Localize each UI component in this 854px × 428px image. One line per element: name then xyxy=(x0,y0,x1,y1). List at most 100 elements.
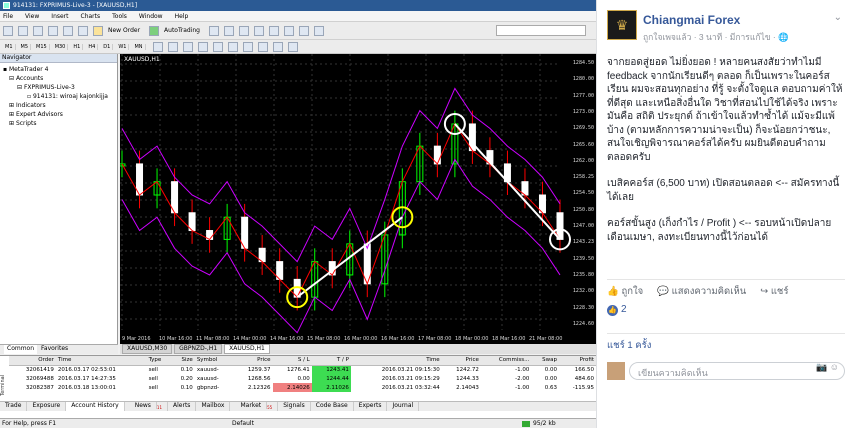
label-tool-icon[interactable] xyxy=(272,41,283,52)
crosshair-icon[interactable] xyxy=(167,41,178,52)
tab-experts[interactable]: Experts xyxy=(354,402,388,411)
camera-icon[interactable]: 📷 ☺ xyxy=(816,362,839,373)
tab-common[interactable]: Common xyxy=(4,345,38,354)
column-header[interactable]: Commiss... xyxy=(480,356,532,366)
tab-favorites[interactable]: Favorites xyxy=(41,345,68,354)
tab-account-history[interactable]: Account History xyxy=(66,402,125,411)
channel-icon[interactable] xyxy=(227,41,238,52)
x-tick-label: 15 Mar 08:00 xyxy=(307,336,341,342)
column-header[interactable]: Profit xyxy=(558,356,596,366)
tab-trade[interactable]: Trade xyxy=(0,402,28,411)
trendline-icon[interactable] xyxy=(212,41,223,52)
column-header[interactable]: Time xyxy=(350,356,442,366)
navigator-icon[interactable] xyxy=(63,25,73,36)
tab-news[interactable]: News 11 xyxy=(125,402,169,411)
timeframe-mn[interactable]: MN xyxy=(132,43,146,50)
menu-insert[interactable]: Insert xyxy=(51,13,68,20)
nav-item-experts[interactable]: ⊞ Expert Advisors xyxy=(3,110,114,119)
menu-charts[interactable]: Charts xyxy=(81,13,101,20)
table-cell: 0.00 xyxy=(297,375,310,382)
nav-item-scripts[interactable]: ⊞ Scripts xyxy=(3,119,114,128)
periods-icon[interactable] xyxy=(299,25,309,36)
nav-item-server[interactable]: ⊟ FXPRIMUS-Live-3 xyxy=(3,83,114,92)
chevron-down-icon[interactable]: ⌄ xyxy=(834,12,842,23)
share-icon: ↪ xyxy=(760,286,771,297)
share-button[interactable]: ↪ แชร์ xyxy=(760,284,788,299)
fibonacci-icon[interactable] xyxy=(242,41,253,52)
column-header[interactable]: Swap xyxy=(531,356,559,366)
comment-button[interactable]: 💬 แสดงความคิดเห็น xyxy=(657,284,746,299)
column-header[interactable]: Size xyxy=(171,356,195,366)
tab-signals[interactable]: Signals xyxy=(278,402,311,411)
horizontal-line-icon[interactable] xyxy=(197,41,208,52)
cursor-icon[interactable] xyxy=(152,41,163,52)
menu-file[interactable]: File xyxy=(3,13,13,20)
table-row[interactable]: 32069488 2016.03.17 14:27:35 sell 0.20 xauus… xyxy=(9,374,596,383)
timeframe-m15[interactable]: M15 xyxy=(34,43,50,50)
nav-item-account[interactable]: ▫ 914131: wiroaj kajonkijja xyxy=(3,92,114,101)
line-chart-icon[interactable] xyxy=(239,25,249,36)
news-count-badge: 11 xyxy=(156,405,163,411)
timeframe-h4[interactable]: H4 xyxy=(86,43,99,50)
templates-icon[interactable] xyxy=(314,25,324,36)
zoom-in-icon[interactable] xyxy=(254,25,264,36)
column-header[interactable]: Time xyxy=(55,356,147,366)
market-watch-icon[interactable] xyxy=(33,25,43,36)
data-window-icon[interactable] xyxy=(48,25,58,36)
page-avatar[interactable]: ♛ xyxy=(607,10,637,40)
menu-view[interactable]: View xyxy=(25,13,39,20)
arrow-tool-icon[interactable] xyxy=(287,41,298,52)
chart-tab-gbpnzd-h1[interactable]: GBPNZD-,H1 xyxy=(174,344,223,354)
nav-item-metatrader[interactable]: ▪ MetaTrader 4 xyxy=(3,65,114,74)
nav-item-accounts[interactable]: ⊟ Accounts xyxy=(3,74,114,83)
menu-help[interactable]: Help xyxy=(175,13,189,20)
search-input[interactable] xyxy=(496,25,586,36)
timeframe-m30[interactable]: M30 xyxy=(53,43,69,50)
table-row[interactable]: 32061419 2016.03.17 02:53:01 sell 0.10 xauus… xyxy=(9,365,596,374)
chart-tab-xauusd-h1[interactable]: XAUUSD,H1 xyxy=(224,344,270,354)
bar-chart-icon[interactable] xyxy=(209,25,219,36)
new-order-button[interactable]: New Order xyxy=(108,27,140,34)
column-header[interactable]: S / L xyxy=(272,356,312,366)
profiles-icon[interactable] xyxy=(18,25,28,36)
column-header[interactable]: Order xyxy=(9,356,56,366)
tab-alerts[interactable]: Alerts xyxy=(168,402,197,411)
vertical-line-icon[interactable] xyxy=(182,41,193,52)
candlestick-icon[interactable] xyxy=(224,25,234,36)
tab-code-base[interactable]: Code Base xyxy=(311,402,354,411)
column-header[interactable]: Type xyxy=(146,356,172,366)
price-chart[interactable]: XAUUSD,H1 1284.50 1280.00 1277.00 1273.00 12… xyxy=(120,54,596,344)
page-name-link[interactable]: Chiangmai Forex xyxy=(643,13,740,27)
timeframe-w1[interactable]: W1 xyxy=(116,43,130,50)
menu-tools[interactable]: Tools xyxy=(112,13,127,20)
terminal-icon[interactable] xyxy=(78,25,88,36)
indicators-icon[interactable] xyxy=(284,25,294,36)
nav-item-indicators[interactable]: ⊞ Indicators xyxy=(3,101,114,110)
comment-input[interactable]: เขียนความคิดเห็น xyxy=(629,362,845,380)
column-header[interactable]: Symbol xyxy=(194,356,234,366)
table-row[interactable]: 32082387 2016.03.18 13:00:01 sell 0.10 gbpnz… xyxy=(9,383,596,392)
column-header[interactable]: T / P xyxy=(311,356,351,366)
column-header[interactable]: Price xyxy=(441,356,481,366)
column-header[interactable]: Price xyxy=(233,356,273,366)
timeframe-m1[interactable]: M1 xyxy=(3,43,16,50)
tab-market[interactable]: Market 55 xyxy=(230,402,279,411)
chart-plot xyxy=(120,54,571,334)
text-tool-icon[interactable] xyxy=(257,41,268,52)
like-button[interactable]: 👍 ถูกใจ xyxy=(607,284,643,299)
zoom-out-icon[interactable] xyxy=(269,25,279,36)
reactions-summary[interactable]: 👍 2 xyxy=(607,304,627,316)
post-paragraph: จากยอดสู่ยอด ไม่ยิ่งยอด ! หลายคนสงสัยว่า… xyxy=(607,57,843,163)
timeframe-m5[interactable]: M5 xyxy=(19,43,31,50)
tab-mailbox[interactable]: Mailbox xyxy=(196,402,231,411)
table-cell: 1243.41 xyxy=(311,365,351,374)
tab-journal[interactable]: Journal xyxy=(387,402,420,411)
tab-exposure[interactable]: Exposure xyxy=(27,402,67,411)
autotrading-button[interactable]: AutoTrading xyxy=(164,27,200,34)
new-chart-icon[interactable] xyxy=(3,25,13,36)
chart-tab-xauusd-m30[interactable]: XAUUSD,M30 xyxy=(122,344,173,354)
share-count[interactable]: แชร์ 1 ครั้ง xyxy=(607,333,845,353)
timeframe-h1[interactable]: H1 xyxy=(71,43,84,50)
timeframe-d1[interactable]: D1 xyxy=(101,43,114,50)
menu-window[interactable]: Window xyxy=(139,13,163,20)
